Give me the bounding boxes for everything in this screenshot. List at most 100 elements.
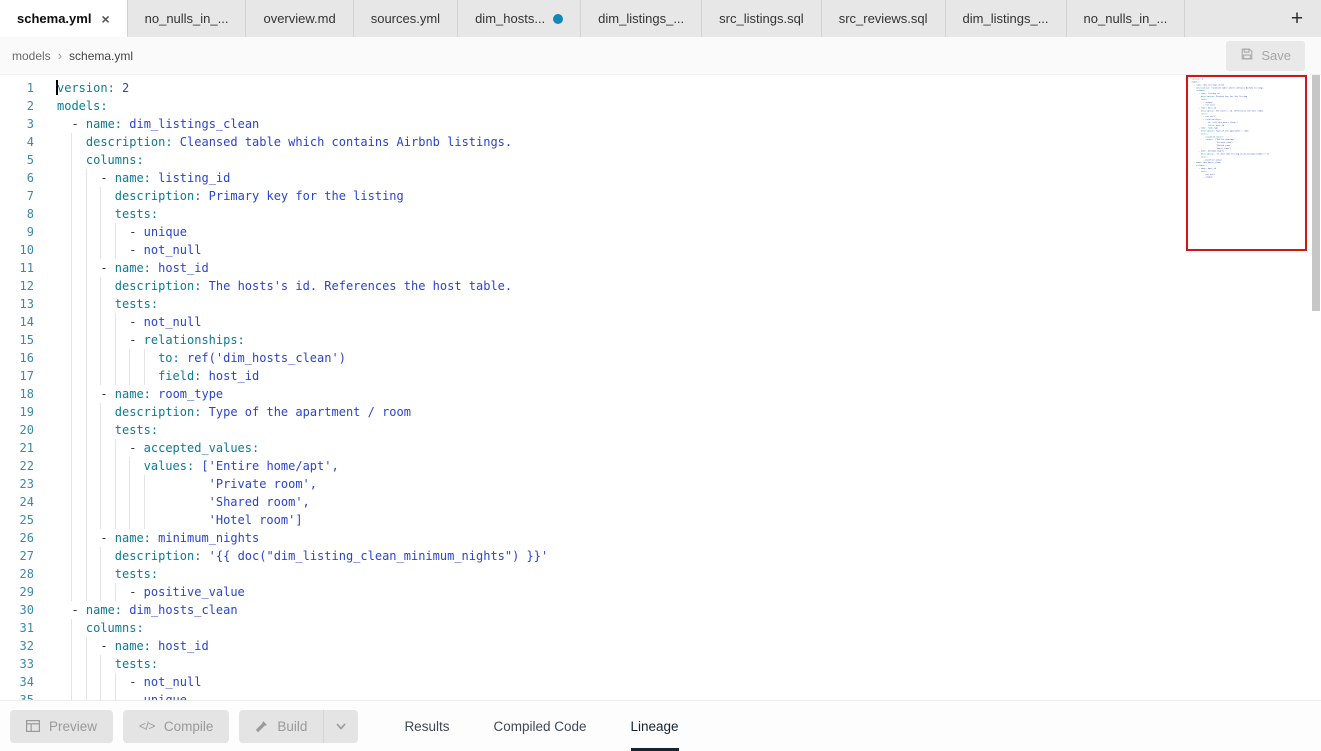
code-line[interactable]: tests: (57, 565, 1321, 583)
line-number-gutter: 1234567891011121314151617181920212223242… (0, 75, 34, 700)
code-line[interactable]: to: ref('dim_hosts_clean') (57, 349, 1321, 367)
hammer-icon (255, 720, 268, 733)
code-line[interactable]: - positive_value (57, 583, 1321, 601)
new-tab-button[interactable]: + (1273, 0, 1321, 37)
code-line[interactable]: description: The hosts's id. References … (57, 277, 1321, 295)
indent-guide (100, 295, 114, 313)
indent-guide (86, 637, 100, 655)
code-line[interactable]: tests: (57, 421, 1321, 439)
tab-label: dim_listings_... (598, 11, 684, 26)
code-line[interactable]: - name: dim_listings_clean (57, 115, 1321, 133)
code-line[interactable]: tests: (57, 205, 1321, 223)
indent-guide (71, 421, 85, 439)
preview-button[interactable]: Preview (10, 710, 113, 743)
code-line[interactable]: 'Hotel room'] (57, 511, 1321, 529)
close-tab-icon[interactable]: × (101, 12, 109, 26)
indent-guide (86, 241, 100, 259)
tab-label: src_reviews.sql (839, 11, 928, 26)
tab-schema-yml[interactable]: schema.yml× (0, 0, 128, 37)
line-number: 32 (0, 637, 34, 655)
code-line[interactable]: - unique (57, 691, 1321, 700)
save-button[interactable]: Save (1226, 41, 1305, 71)
line-number: 30 (0, 601, 34, 619)
indent-guide (100, 493, 114, 511)
tab-no-nulls-in[interactable]: no_nulls_in_... (1067, 0, 1186, 37)
tab-no-nulls-in[interactable]: no_nulls_in_... (128, 0, 247, 37)
indent-guide (129, 367, 143, 385)
indent-guide (86, 349, 100, 367)
code-line[interactable]: 'Shared room', (57, 493, 1321, 511)
tab-sources-yml[interactable]: sources.yml (354, 0, 458, 37)
tab-dim-hosts[interactable]: dim_hosts... (458, 0, 581, 37)
code-line[interactable]: - name: listing_id (57, 169, 1321, 187)
tab-src-reviews-sql[interactable]: src_reviews.sql (822, 0, 946, 37)
code-line[interactable]: - unique (57, 223, 1321, 241)
tab-label: overview.md (263, 11, 335, 26)
tab-dim-listings[interactable]: dim_listings_... (946, 0, 1067, 37)
code-line[interactable]: tests: (57, 655, 1321, 673)
chevron-down-icon (335, 720, 347, 732)
tab-overview-md[interactable]: overview.md (246, 0, 353, 37)
indent-guide (129, 457, 143, 475)
code-line[interactable]: values: ['Entire home/apt', (57, 457, 1321, 475)
code-line[interactable]: - not_null (57, 673, 1321, 691)
code-line[interactable]: description: Primary key for the listing (57, 187, 1321, 205)
indent-guide (71, 439, 85, 457)
editor-scrollbar[interactable] (1312, 75, 1320, 311)
line-number: 34 (0, 673, 34, 691)
indent-guide (144, 511, 158, 529)
code-line[interactable]: - name: host_id (57, 637, 1321, 655)
tab-label: sources.yml (371, 11, 440, 26)
code-line[interactable]: columns: (57, 619, 1321, 637)
code-line[interactable]: - name: host_id (57, 259, 1321, 277)
code-line[interactable]: - relationships: (57, 331, 1321, 349)
indent-guide (86, 205, 100, 223)
code-editor[interactable]: 1234567891011121314151617181920212223242… (0, 75, 1321, 700)
build-button[interactable]: Build (239, 710, 323, 743)
bottom-tab-results[interactable]: Results (404, 701, 449, 751)
code-line[interactable]: description: '{{ doc("dim_listing_clean_… (57, 547, 1321, 565)
code-line[interactable]: columns: (57, 151, 1321, 169)
indent-guide (86, 385, 100, 403)
line-number: 21 (0, 439, 34, 457)
line-number: 26 (0, 529, 34, 547)
code-line[interactable]: field: host_id (57, 367, 1321, 385)
code-line[interactable]: tests: (57, 295, 1321, 313)
code-line[interactable]: - accepted_values: (57, 439, 1321, 457)
build-dropdown-button[interactable] (323, 710, 358, 743)
indent-guide (144, 367, 158, 385)
minimap[interactable]: version: 2models:- name: dim_listings_cl… (1186, 75, 1307, 251)
code-line[interactable]: - not_null (57, 241, 1321, 259)
code-line[interactable]: - name: minimum_nights (57, 529, 1321, 547)
indent-guide (71, 583, 85, 601)
bottom-tab-compiled-code[interactable]: Compiled Code (493, 701, 586, 751)
line-number: 6 (0, 169, 34, 187)
indent-guide (71, 511, 85, 529)
indent-guide (115, 475, 129, 493)
code-line[interactable]: - name: room_type (57, 385, 1321, 403)
indent-guide (86, 493, 100, 511)
line-number: 3 (0, 115, 34, 133)
code-line[interactable]: description: Type of the apartment / roo… (57, 403, 1321, 421)
indent-guide (100, 241, 114, 259)
tab-src-listings-sql[interactable]: src_listings.sql (702, 0, 822, 37)
code-line[interactable]: - name: dim_hosts_clean (57, 601, 1321, 619)
code-content[interactable]: version: 2models:- name: dim_listings_cl… (34, 75, 1321, 700)
indent-guide (100, 583, 114, 601)
code-line[interactable]: 'Private room', (57, 475, 1321, 493)
tab-dim-listings[interactable]: dim_listings_... (581, 0, 702, 37)
code-line[interactable]: description: Cleansed table which contai… (57, 133, 1321, 151)
breadcrumb-item[interactable]: models (12, 49, 51, 63)
compile-button[interactable]: </> Compile (123, 710, 229, 743)
indent-guide (115, 367, 129, 385)
code-line[interactable]: version: 2 (57, 79, 1321, 97)
line-number: 28 (0, 565, 34, 583)
indent-guide (115, 457, 129, 475)
breadcrumb-item[interactable]: schema.yml (69, 49, 133, 63)
indent-guide (115, 331, 129, 349)
indent-guide (86, 187, 100, 205)
code-line[interactable]: models: (57, 97, 1321, 115)
code-line[interactable]: - not_null (57, 313, 1321, 331)
indent-guide (115, 439, 129, 457)
bottom-tab-lineage[interactable]: Lineage (631, 701, 679, 751)
